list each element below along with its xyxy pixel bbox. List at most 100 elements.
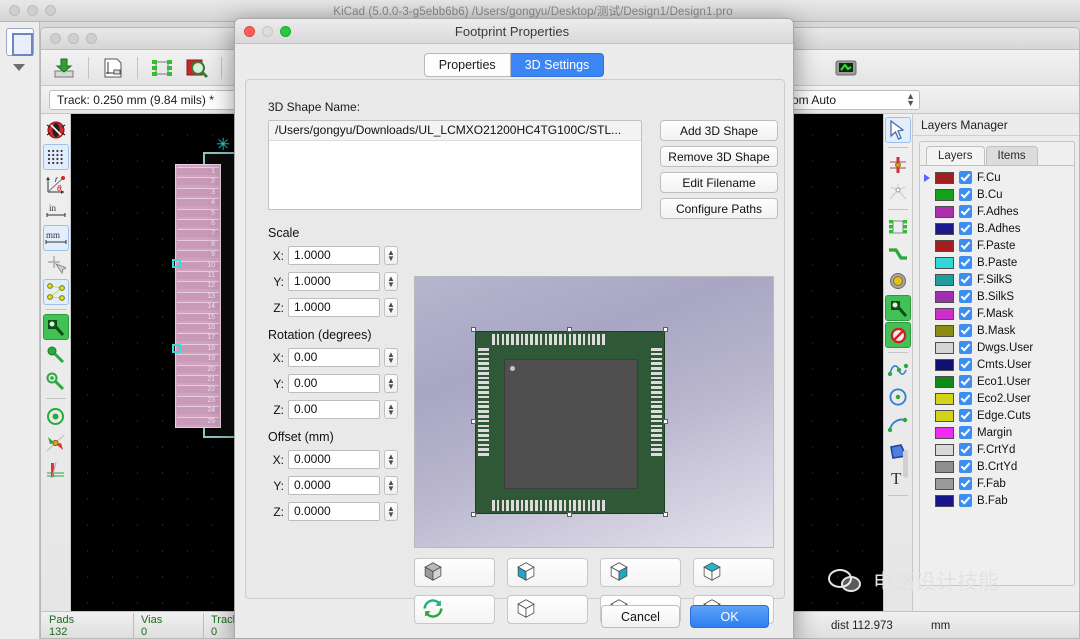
add-zone-icon[interactable] [885, 295, 911, 321]
close-button-inactive[interactable] [9, 5, 20, 16]
show-outline-tracks-icon[interactable] [43, 341, 69, 367]
layer-color-swatch[interactable] [935, 494, 954, 507]
view-right-button[interactable] [693, 558, 774, 587]
page-settings-icon[interactable] [98, 54, 128, 82]
layer-row[interactable]: B.CrtYd [920, 458, 1074, 475]
layer-row[interactable]: F.Fab [920, 475, 1074, 492]
layer-color-swatch[interactable] [935, 460, 954, 473]
layer-visibility-checkbox[interactable] [959, 409, 972, 422]
3d-viewer-icon[interactable] [831, 54, 861, 82]
spinner-arrows-icon[interactable]: ▲ ▼ [384, 450, 398, 469]
spinner-arrows-icon[interactable]: ▲ ▼ [384, 348, 398, 367]
show-filled-zones-icon[interactable] [43, 403, 69, 429]
save-board-icon[interactable] [49, 54, 79, 82]
offset-y-input[interactable]: 0.0000 [288, 476, 380, 495]
drc-icon[interactable] [43, 117, 69, 143]
layer-alignment-icon[interactable] [43, 457, 69, 483]
layer-row[interactable]: B.Fab [920, 492, 1074, 509]
preview-handle[interactable] [567, 327, 572, 332]
add-polyline-icon[interactable] [885, 357, 911, 383]
offset-x-input[interactable]: 0.0000 [288, 450, 380, 469]
layer-visibility-checkbox[interactable] [959, 375, 972, 388]
view-front-button[interactable] [600, 558, 681, 587]
spinner-arrows-icon[interactable]: ▲ ▼ [384, 476, 398, 495]
layer-visibility-checkbox[interactable] [959, 426, 972, 439]
panel-splitter-handle[interactable] [903, 450, 908, 478]
grid-display-icon[interactable] [42, 144, 69, 170]
layer-row[interactable]: Margin [920, 424, 1074, 441]
add-footprint-icon[interactable] [885, 214, 911, 240]
footprint-viewer-icon[interactable] [182, 54, 212, 82]
cursor-shape-icon[interactable] [43, 252, 69, 278]
show-ratsnest-icon[interactable] [42, 279, 69, 305]
add-3d-shape-button[interactable]: Add 3D Shape [660, 120, 778, 141]
3d-preview-canvas[interactable] [414, 276, 774, 548]
tab-properties[interactable]: Properties [423, 53, 511, 77]
layer-row[interactable]: B.Paste [920, 254, 1074, 271]
spinner-arrows-icon[interactable]: ▲ ▼ [384, 400, 398, 419]
spinner-arrows-icon[interactable]: ▲ ▼ [384, 272, 398, 291]
layer-color-swatch[interactable] [935, 273, 954, 286]
preview-handle[interactable] [663, 512, 668, 517]
preview-handle[interactable] [471, 512, 476, 517]
layer-visibility-checkbox[interactable] [959, 188, 972, 201]
project-tree-icon[interactable] [6, 28, 34, 56]
layer-row[interactable]: B.Adhes [920, 220, 1074, 237]
kicad-window-controls[interactable] [0, 5, 56, 16]
add-keepout-area-icon[interactable] [885, 322, 911, 348]
units-millimeters-icon[interactable]: mm [42, 225, 69, 251]
preview-handle[interactable] [567, 512, 572, 517]
layer-row[interactable]: F.Mask [920, 305, 1074, 322]
layer-color-swatch[interactable] [935, 358, 954, 371]
preview-handle[interactable] [471, 327, 476, 332]
layer-row[interactable]: Eco2.User [920, 390, 1074, 407]
layer-color-swatch[interactable] [935, 188, 954, 201]
layer-visibility-checkbox[interactable] [959, 460, 972, 473]
layer-row[interactable]: Eco1.User [920, 373, 1074, 390]
highlight-net-icon[interactable] [885, 152, 911, 178]
configure-paths-button[interactable]: Configure Paths [660, 198, 778, 219]
add-arc-icon[interactable] [885, 411, 911, 437]
layer-color-swatch[interactable] [935, 256, 954, 269]
layer-color-swatch[interactable] [935, 222, 954, 235]
layer-color-swatch[interactable] [935, 426, 954, 439]
rotation-y-input[interactable]: 0.00 [288, 374, 380, 393]
pcbnew-window-controls[interactable] [41, 33, 97, 44]
layer-color-swatch[interactable] [935, 239, 954, 252]
view-left-button[interactable] [507, 558, 588, 587]
layer-color-swatch[interactable] [935, 477, 954, 490]
view-isometric-button[interactable] [414, 558, 495, 587]
scale-y-input[interactable]: 1.0000 [288, 272, 380, 291]
scale-z-input[interactable]: 1.0000 [288, 298, 380, 317]
remove-3d-shape-button[interactable]: Remove 3D Shape [660, 146, 778, 167]
layer-color-swatch[interactable] [935, 392, 954, 405]
layers-tab-layers[interactable]: Layers [926, 146, 985, 165]
layer-row[interactable]: Cmts.User [920, 356, 1074, 373]
layer-color-swatch[interactable] [935, 171, 954, 184]
layer-row[interactable]: Edge.Cuts [920, 407, 1074, 424]
show-filled-vias-icon[interactable] [43, 368, 69, 394]
layer-visibility-checkbox[interactable] [959, 171, 972, 184]
selection-handle[interactable] [172, 259, 181, 268]
layer-visibility-checkbox[interactable] [959, 324, 972, 337]
tab-3d-settings[interactable]: 3D Settings [510, 53, 605, 77]
layer-color-swatch[interactable] [935, 205, 954, 218]
layers-tab-items[interactable]: Items [985, 146, 1038, 165]
spinner-arrows-icon[interactable]: ▲ ▼ [384, 298, 398, 317]
add-circle-icon[interactable] [885, 384, 911, 410]
high-contrast-icon[interactable] [43, 430, 69, 456]
layer-row[interactable]: Dwgs.User [920, 339, 1074, 356]
add-via-icon[interactable] [885, 268, 911, 294]
layer-visibility-checkbox[interactable] [959, 358, 972, 371]
layer-color-swatch[interactable] [935, 409, 954, 422]
layer-color-swatch[interactable] [935, 290, 954, 303]
layer-visibility-checkbox[interactable] [959, 494, 972, 507]
layer-row[interactable]: F.Adhes [920, 203, 1074, 220]
layer-row[interactable]: F.Cu [920, 169, 1074, 186]
layer-row[interactable]: F.CrtYd [920, 441, 1074, 458]
edit-filename-button[interactable]: Edit Filename [660, 172, 778, 193]
ok-button[interactable]: OK [690, 605, 769, 628]
layer-color-swatch[interactable] [935, 341, 954, 354]
layer-visibility-checkbox[interactable] [959, 443, 972, 456]
layer-color-swatch[interactable] [935, 443, 954, 456]
